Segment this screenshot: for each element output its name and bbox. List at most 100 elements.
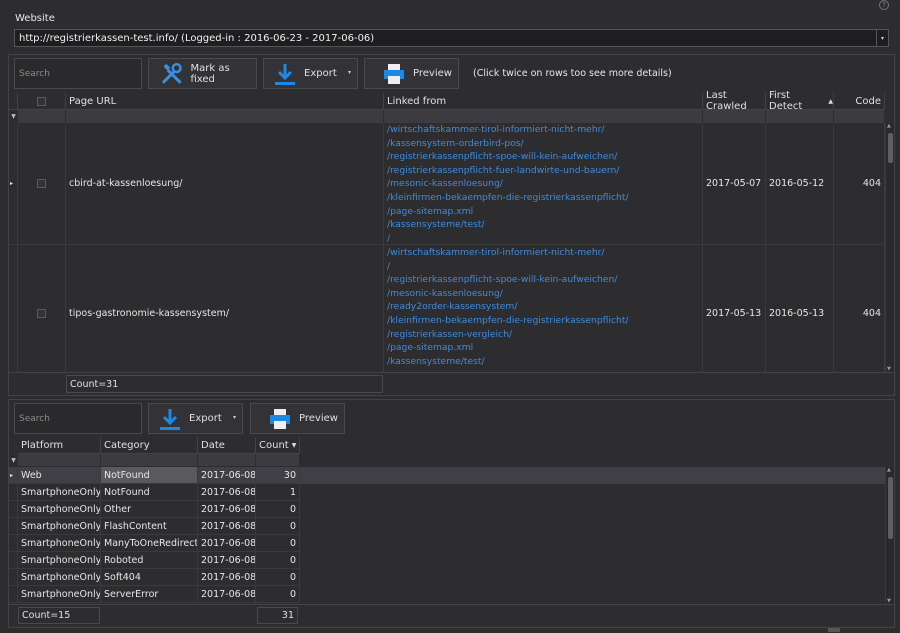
export-dropdown-icon[interactable]: ▾ [233,414,236,421]
top-preview-button[interactable]: Preview [364,58,459,89]
date-cell: 2017-06-08 [198,484,256,501]
bottom-search-input[interactable]: Search [14,403,142,434]
col-category[interactable]: Category [101,437,198,454]
bottom-export-label: Export [189,413,222,424]
top-search-input[interactable]: Search [14,58,142,89]
row-indicator [9,501,18,518]
table-row[interactable]: SmartphoneOnly Soft404 2017-06-08 0 [9,569,885,586]
row-indicator [9,484,18,501]
filter-cell-platform[interactable] [18,454,101,466]
bottom-scrollbar-thumb[interactable] [888,477,893,539]
resize-grip-icon[interactable] [828,628,840,632]
table-row[interactable]: SmartphoneOnly Other 2017-06-08 0 [9,501,885,518]
filter-cell-first-detect[interactable] [766,110,834,123]
select-all-header[interactable] [18,93,66,110]
linked-from-link[interactable]: /kleinfirmen-bekaempfen-die-registrierka… [387,191,629,205]
page-url-cell[interactable]: tipos-gastronomie-kassensystem/ [66,245,384,372]
page-url-cell[interactable]: cbird-at-kassenloesung/ [66,123,384,245]
website-select[interactable]: http://registrierkassen-test.info/ (Logg… [14,29,889,47]
chevron-down-icon[interactable]: ▾ [876,30,888,46]
date-cell: 2017-06-08 [198,586,256,603]
filter-cell-select[interactable] [18,110,66,123]
table-row[interactable]: ▸ Web NotFound 2017-06-08 30 [9,467,885,484]
filter-cell-linked-from[interactable] [384,110,703,123]
top-count-summary: Count=31 [66,375,383,393]
filter-cell-page-url[interactable] [66,110,384,123]
bottom-footer [9,604,894,627]
row-checkbox[interactable] [37,179,46,188]
printer-icon [270,408,290,429]
top-export-button[interactable]: Export ▾ [263,58,358,89]
top-vertical-scrollbar[interactable]: ▲ ▼ [885,123,894,372]
platform-cell: Web [18,467,101,484]
scroll-up-icon[interactable]: ▲ [887,467,891,473]
table-row[interactable]: SmartphoneOnly Roboted 2017-06-08 0 [9,552,885,569]
filter-cell-count[interactable] [256,454,300,466]
table-row[interactable]: SmartphoneOnly NotFound 2017-06-08 1 [9,484,885,501]
export-dropdown-icon[interactable]: ▾ [348,69,351,76]
linked-from-link[interactable]: /kleinfirmen-bekaempfen-die-registrierka… [387,314,629,328]
linked-from-link[interactable]: / [387,260,629,274]
printer-icon [384,63,404,84]
linked-from-link[interactable]: /wirtschaftskammer-tirol-informiert-nich… [387,123,629,137]
col-count[interactable]: Count ▼ [256,437,300,454]
linked-from-link[interactable]: /registrierkassenpflicht-fuer-landwirte-… [387,164,629,178]
bottom-grid-body: ▸ Web NotFound 2017-06-08 30 SmartphoneO… [9,467,885,604]
mark-as-fixed-button[interactable]: Mark as fixed [148,58,257,89]
linked-from-link[interactable]: /wirtschaftskammer-tirol-informiert-nich… [387,246,629,260]
count-cell: 0 [256,535,300,552]
linked-from-link[interactable]: /ready2order-kassensystem/ [387,300,629,314]
filter-cell-category[interactable] [101,454,198,466]
linked-from-link[interactable]: /page-sitemap.xml [387,341,629,355]
category-cell: Soft404 [101,569,198,586]
bottom-count-total: 31 [257,607,298,624]
filter-icon[interactable]: ▼ [9,454,18,466]
col-first-detect[interactable]: First Detect ▲ [766,90,834,112]
website-select-value: http://registrierkassen-test.info/ (Logg… [19,32,375,44]
col-platform[interactable]: Platform [18,437,101,454]
count-cell: 0 [256,569,300,586]
category-cell: FlashContent [101,518,198,535]
table-row[interactable]: SmartphoneOnly ServerError 2017-06-08 0 [9,586,885,603]
linked-from-link[interactable]: /kassensysteme/test/ [387,355,629,369]
table-row[interactable]: ▸ cbird-at-kassenloesung/ /wirtschaftska… [9,123,885,245]
col-code-label: Code [855,95,881,107]
linked-from-link[interactable]: /registrierkassenpflicht-spoe-will-kein-… [387,273,629,287]
table-row[interactable]: tipos-gastronomie-kassensystem/ /wirtsch… [9,245,885,372]
linked-from-link[interactable]: /page-sitemap.xml [387,205,629,219]
col-page-url[interactable]: Page URL [66,93,384,110]
col-date[interactable]: Date [198,437,256,454]
linked-from-link[interactable]: / [387,232,629,244]
table-row[interactable]: SmartphoneOnly ManyToOneRedirect 2017-06… [9,535,885,552]
linked-from-link[interactable]: /mesonic-kassenloesung/ [387,177,629,191]
row-indicator-header [9,93,18,110]
bottom-vertical-scrollbar[interactable]: ▲ ▼ [885,467,894,604]
row-checkbox-cell[interactable] [18,245,66,372]
linked-from-link[interactable]: /mesonic-kassenloesung/ [387,287,629,301]
select-all-checkbox[interactable] [37,96,46,106]
col-count-label: Count [259,439,289,451]
row-checkbox-cell[interactable] [18,123,66,245]
help-icon[interactable]: ? [879,0,889,10]
count-cell: 1 [256,484,300,501]
filter-cell-last-crawled[interactable] [703,110,766,123]
table-row[interactable]: SmartphoneOnly FlashContent 2017-06-08 0 [9,518,885,535]
filter-icon[interactable]: ▼ [9,110,18,123]
bottom-export-button[interactable]: Export ▾ [148,403,243,434]
scroll-up-icon[interactable]: ▲ [887,123,891,129]
col-linked-from[interactable]: Linked from [384,93,703,110]
bottom-preview-button[interactable]: Preview [250,403,345,434]
linked-from-link[interactable]: /registrierkassenpflicht-spoe-will-kein-… [387,150,629,164]
filter-cell-code[interactable] [834,110,885,123]
platform-cell: SmartphoneOnly [18,484,101,501]
row-checkbox[interactable] [37,308,46,318]
col-last-crawled[interactable]: Last Crawled [703,90,766,112]
top-scrollbar-thumb[interactable] [888,133,893,163]
mark-as-fixed-label: Mark as fixed [190,62,230,85]
filter-cell-date[interactable] [198,454,256,466]
linked-from-link[interactable]: /kassensysteme/test/ [387,218,629,232]
platform-cell: SmartphoneOnly [18,552,101,569]
linked-from-link[interactable]: /kassensystem-orderbird-pos/ [387,137,629,151]
col-code[interactable]: Code [834,93,885,110]
linked-from-link[interactable]: /registrierkassen-vergleich/ [387,328,629,342]
